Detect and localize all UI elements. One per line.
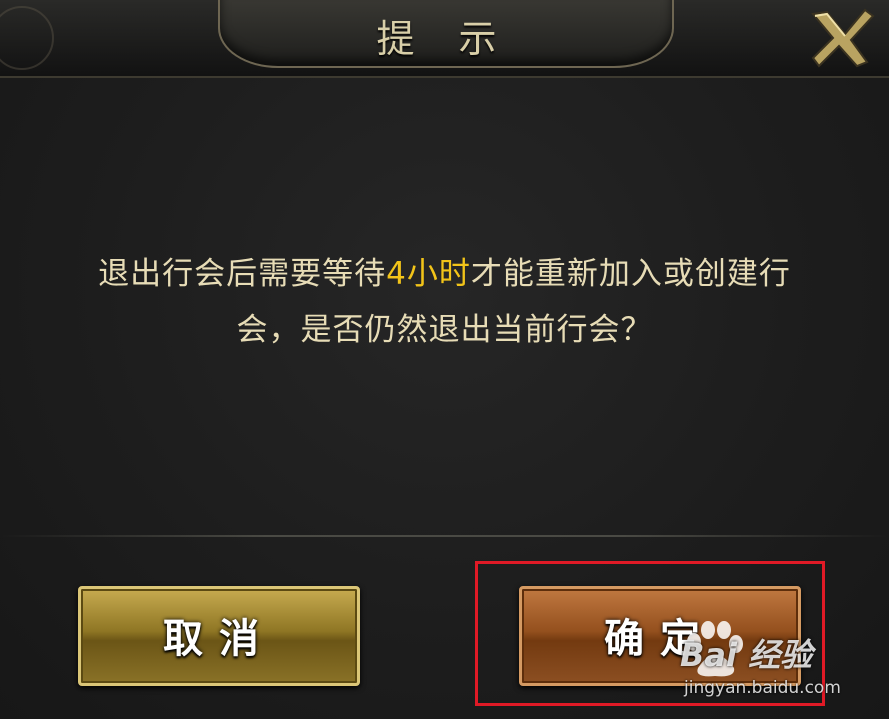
divider: [0, 535, 889, 537]
watermark-brand: Bai 经验: [680, 636, 813, 674]
dialog-message: 退出行会后需要等待4小时才能重新加入或创建行 会，是否仍然退出当前行会？: [30, 246, 859, 358]
message-text: 才能重新加入或创建行: [470, 256, 791, 292]
watermark: Bai 经验 jingyan.baidu.com: [680, 620, 880, 710]
dialog-title: 提 示: [376, 17, 513, 61]
wait-time-highlight: 4小时: [386, 256, 471, 292]
close-button[interactable]: [805, 4, 879, 70]
cancel-button[interactable]: 取消: [78, 586, 360, 686]
watermark-url: jingyan.baidu.com: [684, 678, 841, 698]
dialog: 提 示 退出行会后需要等待4小时才能重新加入或创建行 会，是否仍然退出当前行会？…: [0, 0, 889, 719]
message-text: 退出行会后需要等待: [98, 256, 387, 292]
title-bar: 提 示: [0, 0, 889, 78]
message-line-2: 会，是否仍然退出当前行会？: [236, 312, 653, 348]
close-icon: [811, 8, 875, 68]
message-line-1: 退出行会后需要等待4小时才能重新加入或创建行: [30, 246, 859, 302]
